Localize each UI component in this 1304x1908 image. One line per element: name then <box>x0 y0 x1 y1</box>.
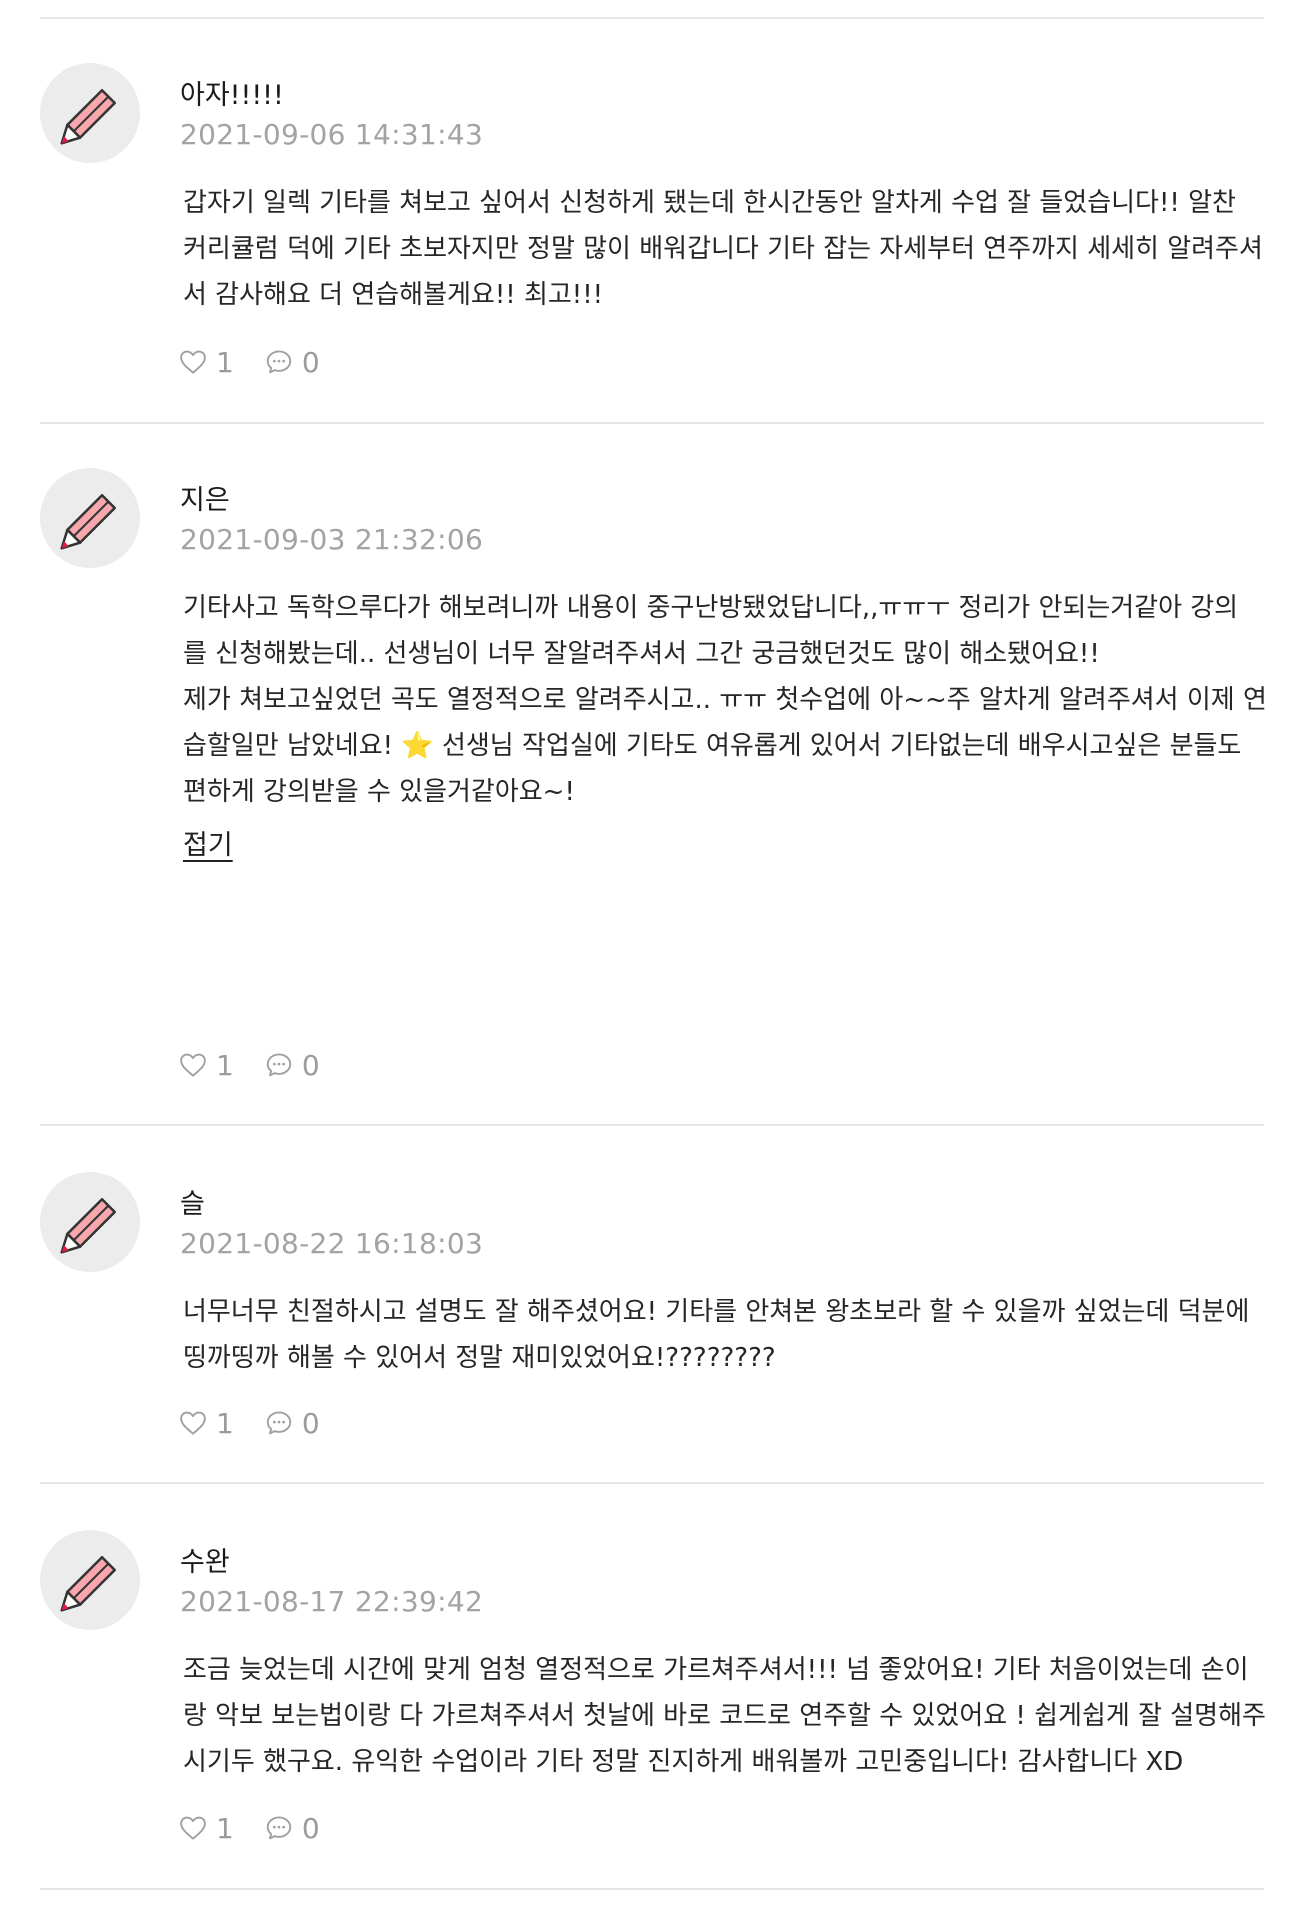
comment-count: 0 <box>301 1811 320 1845</box>
review-date: 2021-08-17 22:39:42 <box>180 1585 484 1618</box>
review-line: 조금 늦었는데 시간에 맞게 엄청 열정적으로 가르쳐주셔서!!! 넘 좋았어요… <box>183 1655 1249 1685</box>
review-line: 갑자기 일렉 기타를 쳐보고 싶어서 신청하게 됐는데 한시간동안 알차게 수업… <box>183 188 1236 218</box>
review-line: 습할일만 남았네요! ⭐ 선생님 작업실에 기타도 여유롭게 있어서 기타없는데… <box>183 731 1242 761</box>
divider <box>40 422 1264 424</box>
like-count: 1 <box>216 345 234 379</box>
comment-button[interactable]: 0 <box>264 346 320 379</box>
review-date: 2021-09-03 21:32:06 <box>180 523 484 556</box>
divider <box>40 1888 1264 1890</box>
review-line: 제가 쳐보고싶었던 곡도 열정적으로 알려주시고.. ㅠㅠ 첫수업에 아~~주 … <box>183 685 1267 715</box>
review-line: 편하게 강의받을 수 있을거같아요~! <box>183 777 575 807</box>
like-count: 1 <box>216 1048 234 1082</box>
comment-count: 0 <box>301 345 320 379</box>
pencil-avatar-icon <box>40 1530 140 1630</box>
comment-count: 0 <box>301 1406 320 1440</box>
review-stats: 1 0 <box>178 342 320 382</box>
review-author: 지은 <box>180 485 230 516</box>
review-line: 커리큘럼 덕에 기타 초보자지만 정말 많이 배워갑니다 기타 잡는 자세부터 … <box>183 234 1263 264</box>
divider <box>40 17 1264 19</box>
review-line: 시기두 했구요. 유익한 수업이라 기타 정말 진지하게 배워볼까 고민중입니다… <box>183 1747 1184 1777</box>
review-line: 랑 악보 보는법이랑 다 가르쳐주셔서 첫날에 바로 코드로 연주할 수 있었어… <box>183 1701 1266 1731</box>
divider <box>40 1124 1264 1126</box>
review-body: 기타사고 독학으루다가 해보려니까 내용이 중구난방됐었답니다,,ㅠㅠㅜ 정리가… <box>183 585 1273 815</box>
review-stats: 1 0 <box>178 1045 320 1085</box>
like-button[interactable]: 1 <box>178 1812 234 1845</box>
heart-outline-icon <box>180 1053 206 1077</box>
review-line: 띵까띵까 해볼 수 있어서 정말 재미있었어요!???????? <box>183 1343 776 1373</box>
review-stats: 1 0 <box>178 1808 320 1848</box>
review-line: 를 신청해봤는데.. 선생님이 너무 잘알려주셔서 그간 궁금했던것도 많이 해… <box>183 639 1100 669</box>
pencil-avatar-icon <box>40 1172 140 1272</box>
like-button[interactable]: 1 <box>178 1407 234 1440</box>
speech-bubble-icon <box>266 1816 292 1840</box>
like-button[interactable]: 1 <box>178 1049 234 1082</box>
review-body: 조금 늦었는데 시간에 맞게 엄청 열정적으로 가르쳐주셔서!!! 넘 좋았어요… <box>183 1647 1273 1785</box>
comment-button[interactable]: 0 <box>264 1049 320 1082</box>
heart-outline-icon <box>180 350 206 374</box>
speech-bubble-icon <box>266 1411 292 1435</box>
review-date: 2021-08-22 16:18:03 <box>180 1227 484 1260</box>
review-line: 기타사고 독학으루다가 해보려니까 내용이 중구난방됐었답니다,,ㅠㅠㅜ 정리가… <box>183 593 1239 623</box>
like-count: 1 <box>216 1811 234 1845</box>
comment-count: 0 <box>301 1048 320 1082</box>
review-line: 서 감사해요 더 연습해볼게요!! 최고!!! <box>183 280 604 310</box>
review-body: 너무너무 친절하시고 설명도 잘 해주셨어요! 기타를 안쳐본 왕초보라 할 수… <box>183 1289 1273 1381</box>
collapse-link[interactable]: 접기 <box>183 826 233 866</box>
pencil-avatar-icon <box>40 63 140 163</box>
comment-button[interactable]: 0 <box>264 1407 320 1440</box>
review-author: 슬 <box>180 1189 205 1220</box>
like-button[interactable]: 1 <box>178 346 234 379</box>
review-line: 너무너무 친절하시고 설명도 잘 해주셨어요! 기타를 안쳐본 왕초보라 할 수… <box>183 1297 1250 1327</box>
review-author: 아자!!!!! <box>180 80 284 111</box>
speech-bubble-icon <box>266 350 292 374</box>
heart-outline-icon <box>180 1411 206 1435</box>
heart-outline-icon <box>180 1816 206 1840</box>
review-stats: 1 0 <box>178 1403 320 1443</box>
like-count: 1 <box>216 1406 234 1440</box>
pencil-avatar-icon <box>40 468 140 568</box>
review-author: 수완 <box>180 1547 230 1578</box>
review-date: 2021-09-06 14:31:43 <box>180 118 484 151</box>
comment-button[interactable]: 0 <box>264 1812 320 1845</box>
speech-bubble-icon <box>266 1053 292 1077</box>
divider <box>40 1482 1264 1484</box>
review-body: 갑자기 일렉 기타를 쳐보고 싶어서 신청하게 됐는데 한시간동안 알차게 수업… <box>183 180 1273 318</box>
